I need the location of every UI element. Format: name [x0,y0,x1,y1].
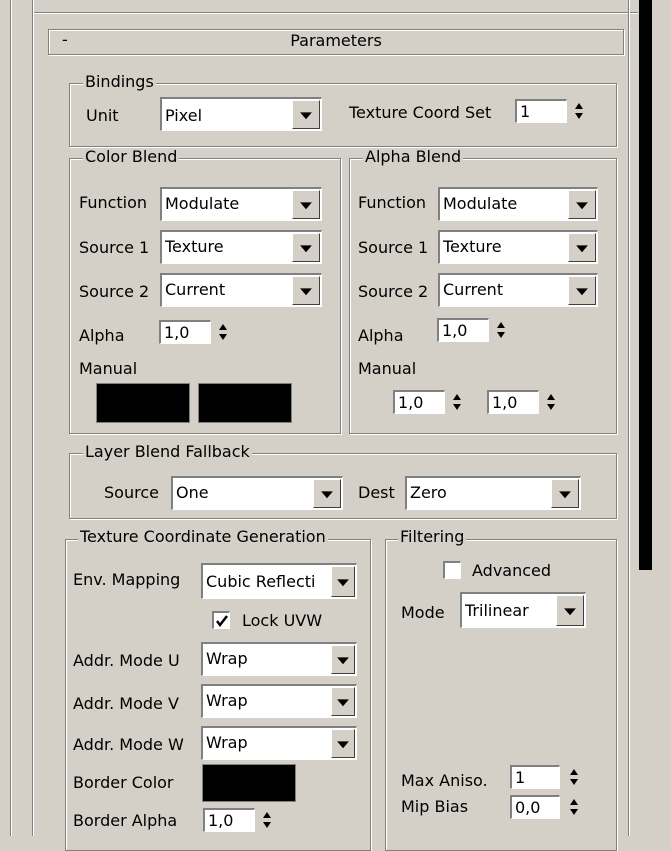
addr-mode-w-label: Addr. Mode W [73,735,184,754]
chevron-down-icon[interactable] [568,233,596,262]
alpha-manual-spinner-2[interactable]: 1,0 [487,390,567,414]
spinner-arrows-icon[interactable] [545,392,557,412]
env-mapping-label: Env. Mapping [73,570,181,589]
advanced-label: Advanced [472,561,552,580]
addr-mode-v-label: Addr. Mode V [73,694,179,713]
spinner-arrows-icon[interactable] [495,320,507,340]
spinner-arrows-icon[interactable] [568,797,580,817]
color-source1-dropdown[interactable]: Texture [160,230,322,264]
layer-blend-fallback-title: Layer Blend Fallback [83,442,252,461]
unit-dropdown[interactable]: Pixel [160,97,322,131]
alpha-function-dropdown[interactable]: Modulate [438,187,598,221]
unit-label: Unit [86,106,119,125]
advanced-checkbox[interactable] [443,561,461,579]
previous-rollout-edge [34,0,638,13]
color-alpha-spinner[interactable]: 1,0 [159,320,239,344]
border-color-swatch[interactable] [202,764,296,802]
chevron-down-icon[interactable] [331,645,355,674]
mip-bias-label: Mip Bias [401,797,469,816]
lock-uvw-checkbox[interactable] [212,611,230,629]
color-source2-label: Source 2 [79,282,150,301]
addr-mode-w-dropdown[interactable]: Wrap [201,726,357,760]
filter-mode-dropdown[interactable]: Trilinear [460,592,586,628]
spinner-arrows-icon[interactable] [261,810,273,830]
color-function-dropdown[interactable]: Modulate [160,187,322,221]
panel-right-border-highlight [629,0,630,836]
spinner-arrows-icon[interactable] [568,767,580,787]
alpha-alpha-label: Alpha [358,326,404,345]
border-color-label: Border Color [73,773,174,792]
addr-mode-v-dropdown[interactable]: Wrap [201,684,357,718]
gutter-divider-highlight [11,0,12,836]
alpha-source2-dropdown[interactable]: Current [438,273,598,307]
color-blend-group-title: Color Blend [83,147,180,166]
chevron-down-icon[interactable] [568,190,596,219]
scrollbar-thumb[interactable] [639,0,652,570]
color-alpha-label: Alpha [79,326,125,345]
alpha-blend-group-title: Alpha Blend [363,147,464,166]
alpha-source1-dropdown[interactable]: Texture [438,230,598,264]
alpha-function-label: Function [358,193,427,212]
filter-mode-label: Mode [401,603,445,622]
lock-uvw-label: Lock UVW [242,611,323,630]
texture-coord-generation-title: Texture Coordinate Generation [78,527,328,546]
alpha-source1-label: Source 1 [358,238,429,257]
filtering-title: Filtering [398,527,467,546]
color-function-label: Function [79,193,148,212]
chevron-down-icon[interactable] [292,100,320,129]
addr-mode-u-label: Addr. Mode U [73,651,180,670]
color-manual-swatch-1[interactable] [96,383,190,423]
color-manual-label: Manual [79,359,138,378]
alpha-alpha-spinner[interactable]: 1,0 [437,318,517,342]
chevron-down-icon[interactable] [556,595,584,626]
alpha-manual-spinner-1[interactable]: 1,0 [393,390,473,414]
texture-coord-set-spinner[interactable]: 1 [515,99,590,123]
rollout-title: Parameters [290,31,382,50]
layer-source-label: Source [104,483,159,502]
alpha-source2-label: Source 2 [358,282,429,301]
max-aniso-spinner[interactable]: 1 [510,765,590,789]
color-source1-label: Source 1 [79,238,150,257]
alpha-manual-label: Manual [358,359,417,378]
scrollbar-track[interactable] [652,0,671,836]
env-mapping-dropdown[interactable]: Cubic Reflecti [201,563,357,599]
chevron-down-icon[interactable] [551,479,579,508]
chevron-down-icon[interactable] [292,190,320,219]
checkmark-icon [216,615,228,628]
layer-dest-label: Dest [358,483,395,502]
chevron-down-icon[interactable] [568,276,596,305]
mip-bias-spinner[interactable]: 0,0 [510,795,590,819]
border-alpha-label: Border Alpha [73,811,178,830]
color-source2-dropdown[interactable]: Current [160,273,322,307]
layer-source-dropdown[interactable]: One [171,476,343,510]
border-alpha-spinner[interactable]: 1,0 [203,808,283,832]
texture-coord-set-label: Texture Coord Set [349,103,492,122]
chevron-down-icon[interactable] [292,233,320,262]
spinner-arrows-icon[interactable] [451,392,463,412]
left-panel-gutter [0,0,26,836]
panel-border-highlight [33,0,34,836]
bindings-group-title: Bindings [83,72,156,91]
chevron-down-icon[interactable] [292,276,320,305]
color-manual-swatch-2[interactable] [198,383,292,423]
chevron-down-icon[interactable] [331,687,355,716]
chevron-down-icon[interactable] [313,479,341,508]
chevron-down-icon[interactable] [331,729,355,758]
layer-dest-dropdown[interactable]: Zero [405,476,581,510]
spinner-arrows-icon[interactable] [217,322,229,342]
max-aniso-label: Max Aniso. [401,771,488,790]
chevron-down-icon[interactable] [331,566,355,597]
spinner-arrows-icon[interactable] [573,101,585,121]
addr-mode-u-dropdown[interactable]: Wrap [201,642,357,676]
